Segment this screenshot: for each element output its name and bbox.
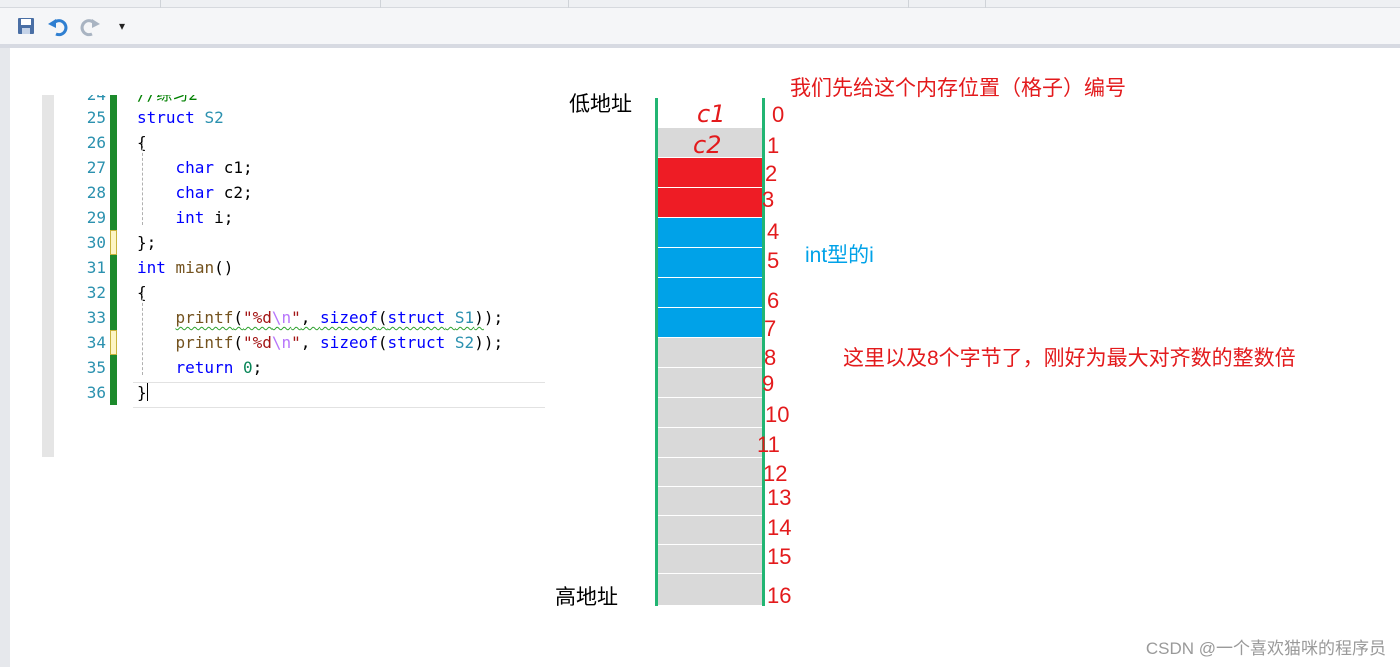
cell-index: 14	[767, 515, 792, 540]
customize-dropdown-icon: ▾	[118, 19, 126, 33]
memory-cells: c1 c2	[655, 98, 765, 606]
cell-index: 3	[762, 187, 775, 212]
indent-guide	[142, 143, 143, 225]
code-line: 35 return 0;	[62, 355, 552, 380]
code-line: 32 {	[62, 280, 552, 305]
int-member-label: int型的i	[805, 244, 874, 267]
tab-separator	[985, 0, 986, 8]
memory-cell-3	[658, 188, 762, 218]
low-address-label: 低地址	[569, 93, 632, 116]
current-line-highlight	[133, 382, 545, 408]
memory-cell-2	[658, 158, 762, 188]
cell-index: 7	[764, 316, 777, 341]
cell-index: 9	[762, 371, 775, 396]
handwritten-c1-label: c1	[697, 100, 725, 128]
cell-index: 5	[767, 248, 780, 273]
cell-index: 15	[767, 544, 792, 569]
memory-cell-4	[658, 218, 762, 248]
indent-guide	[142, 293, 143, 375]
cell-numbering-note: 我们先给这个内存位置（格子）编号	[790, 77, 1126, 100]
code-line: 26 {	[62, 130, 552, 155]
handwritten-c1-c2: c1 c2	[693, 100, 725, 158]
memory-cell-8	[658, 338, 762, 368]
code-line: 34 printf("%d\n", sizeof(struct S2));	[62, 330, 552, 355]
memory-cell-15	[658, 545, 762, 574]
cell-index: 2	[765, 161, 778, 186]
code-line: 29 int i;	[62, 205, 552, 230]
memory-cell-16	[658, 574, 762, 606]
memory-cell-13	[658, 487, 762, 516]
cell-index: 10	[765, 402, 790, 427]
code-line: 33 printf("%d\n", sizeof(struct S1));	[62, 305, 552, 330]
quick-access-toolbar: ▾	[0, 8, 1400, 44]
customize-toolbar-button[interactable]: ▾	[110, 14, 134, 38]
code-line: 25 struct S2	[62, 105, 552, 130]
memory-cell-14	[658, 516, 762, 545]
window-left-edge	[0, 48, 10, 667]
memory-cell-11	[658, 428, 762, 458]
csdn-watermark: CSDN @一个喜欢猫咪的程序员	[1145, 639, 1386, 658]
cell-index: 8	[764, 345, 777, 370]
redo-icon	[80, 19, 100, 37]
editor-scroll-margin	[42, 95, 54, 457]
undo-icon	[48, 19, 68, 37]
memory-cell-10	[658, 398, 762, 428]
high-address-label: 高地址	[555, 586, 618, 609]
memory-border-left	[655, 98, 658, 606]
memory-cell-7	[658, 308, 762, 338]
tab-separator	[160, 0, 161, 8]
cell-index: 1	[767, 133, 780, 158]
redo-button[interactable]	[78, 14, 102, 38]
code-line: 28 char c2;	[62, 180, 552, 205]
handwritten-c2-label: c2	[693, 131, 721, 158]
cell-index: 12	[763, 461, 788, 486]
save-icon	[18, 18, 34, 34]
cell-index: 13	[767, 485, 792, 510]
memory-cell-12	[658, 458, 762, 487]
code-line: 31 int mian()	[62, 255, 552, 280]
memory-cell-9	[658, 368, 762, 398]
cell-index: 16	[767, 583, 792, 608]
code-line: 30 };	[62, 230, 552, 255]
document-tab-strip	[0, 0, 1400, 8]
tab-separator	[568, 0, 569, 8]
alignment-note: 这里以及8个字节了，刚好为最大对齐数的整数倍	[843, 347, 1296, 370]
cell-index: 0	[772, 102, 785, 127]
cell-index: 11	[757, 432, 780, 457]
code-editor[interactable]: 24 //练习2 25 struct S2 26 { 27 char c1; 2…	[62, 95, 552, 415]
tab-separator	[380, 0, 381, 8]
toolbar-divider	[0, 44, 1400, 48]
code-line: 27 char c1;	[62, 155, 552, 180]
cell-index: 4	[767, 219, 780, 244]
cell-index: 6	[767, 288, 780, 313]
memory-cell-6	[658, 278, 762, 308]
memory-cell-5	[658, 248, 762, 278]
undo-button[interactable]	[46, 14, 70, 38]
tab-separator	[908, 0, 909, 8]
save-button[interactable]	[14, 14, 38, 38]
